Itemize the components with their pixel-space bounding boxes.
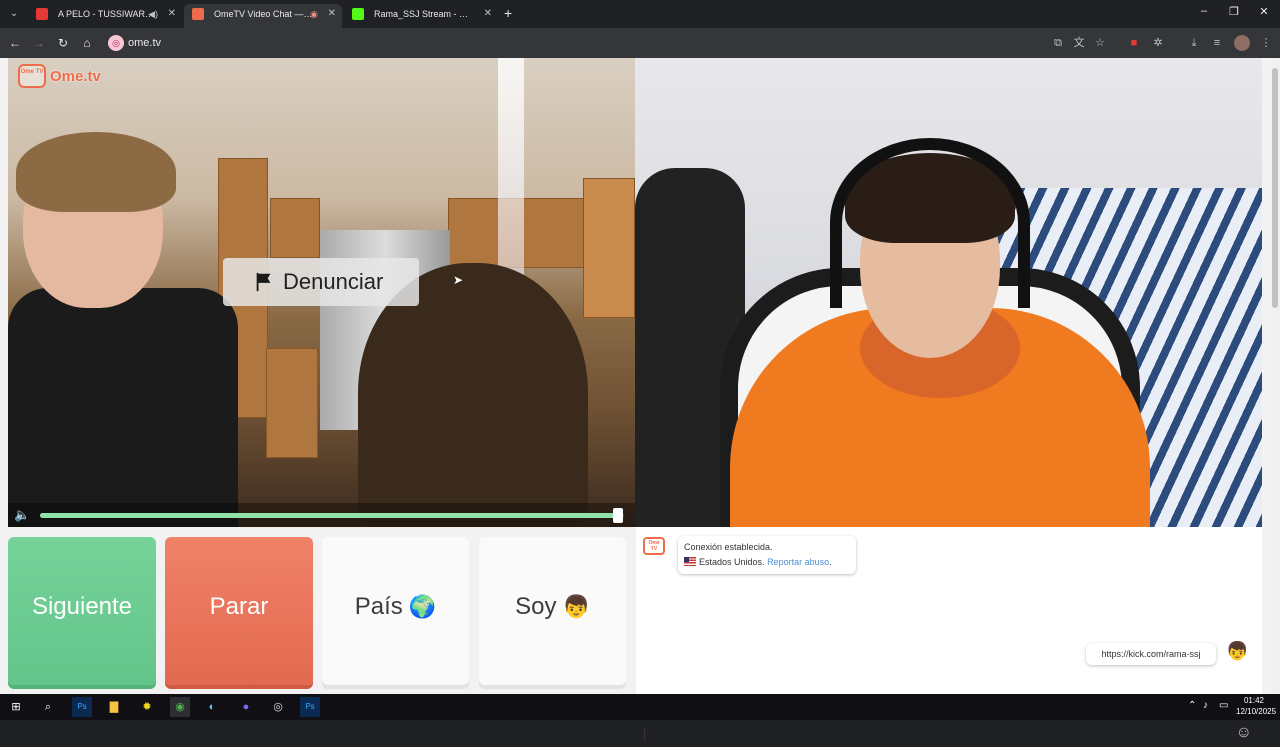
windows-start-icon[interactable]: ⊞ <box>6 697 26 717</box>
volume-fill <box>40 513 619 518</box>
bookmark-star-icon[interactable]: ☆ <box>1092 35 1108 51</box>
report-button-label: Denunciar <box>283 269 384 294</box>
page-scrollbar[interactable] <box>1270 58 1280 694</box>
message-text: https://kick.com/rama-ssj <box>1101 649 1201 659</box>
url-text: ome.tv <box>128 37 162 49</box>
recording-icon[interactable]: ◉ <box>310 4 318 24</box>
gender-button-label: Soy <box>515 593 557 620</box>
restore-icon[interactable]: ❐ <box>1224 5 1244 18</box>
audio-playing-icon[interactable]: ◀) <box>148 4 158 24</box>
extensions-icon[interactable]: ✲ <box>1150 35 1166 51</box>
next-button[interactable]: Siguiente <box>8 537 156 685</box>
self-person <box>730 138 1150 527</box>
stranger-person <box>8 132 238 527</box>
windows-taskbar: ⊞ ⌕ Ps ▇ ✹ ◉ ◐ ● ◎ Ps ⌃ ♪ ▭ 01:42 12/10/… <box>0 694 1280 720</box>
my-avatar-icon: 👦 <box>1226 641 1249 661</box>
globe-icon: 🌍 <box>408 594 437 619</box>
menu-kebab-icon[interactable]: ⋮ <box>1258 35 1274 51</box>
network-icon[interactable]: ▭ <box>1219 700 1228 711</box>
tab-strip: ⌄ A PELO - TUSSIWARRIORS ◀) ✕ OmeTV Vide… <box>0 0 1280 28</box>
text-caret <box>644 728 645 741</box>
logo-text: Ome.tv <box>50 68 101 85</box>
report-abuse-link[interactable]: Reportar abuso <box>767 557 829 567</box>
chrome-icon[interactable]: ◉ <box>170 697 190 717</box>
tab-label: A PELO - TUSSIWARRIORS <box>58 9 158 19</box>
volume-slider[interactable] <box>40 508 624 523</box>
forward-icon[interactable]: → <box>30 34 48 52</box>
cast-icon[interactable]: ⧉ <box>1050 35 1066 51</box>
tray-chevron-icon[interactable]: ⌃ <box>1188 700 1196 711</box>
country-button[interactable]: País 🌍 <box>322 537 469 685</box>
connection-status-text: Conexión establecida. <box>684 542 773 552</box>
volume-handle[interactable] <box>613 508 624 523</box>
tab-ometv[interactable]: OmeTV Video Chat — Ome ◉ ✕ <box>184 4 342 28</box>
close-tab-icon[interactable]: ✕ <box>484 4 492 24</box>
minimize-icon[interactable]: – <box>1194 5 1214 17</box>
new-tab-button[interactable]: + <box>504 5 512 21</box>
tab-a-pelo[interactable]: A PELO - TUSSIWARRIORS ◀) ✕ <box>28 4 182 28</box>
country-button-label: País <box>354 593 403 620</box>
partner-country: Estados Unidos. <box>699 557 765 567</box>
home-icon[interactable]: ⌂ <box>78 34 96 52</box>
tab-kick-stream[interactable]: Rama_SSJ Stream - Watch Live ✕ <box>344 4 498 28</box>
chat-panel: Ome TV Conexión establecida. Estados Uni… <box>636 527 1262 741</box>
browser-toolbar: ← → ↻ ⌂ ◎ ome.tv ⧉ 文 ☆ ■ ✲ ⤓ ≡ ⋮ <box>0 28 1280 58</box>
tab-label: Rama_SSJ Stream - Watch Live <box>374 9 474 19</box>
emoji-picker-icon[interactable]: ☺ <box>1236 724 1252 742</box>
steam-icon[interactable]: ◐ <box>202 697 222 717</box>
volume-tray-icon[interactable]: ♪ <box>1203 700 1208 711</box>
photoshop-icon[interactable]: Ps <box>72 697 92 717</box>
gender-button[interactable]: Soy 👦 <box>479 537 626 685</box>
obs-icon[interactable]: ◎ <box>268 697 288 717</box>
tab-label: OmeTV Video Chat — Ome <box>214 9 314 19</box>
tab-search-button[interactable]: ⌄ <box>6 6 22 22</box>
chat-input[interactable]: ☺ <box>638 719 1260 747</box>
ometv-chat-icon: Ome TV <box>643 537 665 555</box>
stop-button[interactable]: Parar <box>165 537 313 685</box>
discord-icon[interactable]: ● <box>236 697 256 717</box>
scrollbar-thumb[interactable] <box>1272 68 1278 308</box>
tv-logo-icon: Ome TV <box>18 64 46 88</box>
system-message: Conexión establecida. Estados Unidos. Re… <box>678 536 856 574</box>
kick-favicon-icon <box>352 8 364 20</box>
address-bar[interactable]: ◎ ome.tv <box>104 32 1114 54</box>
volume-bar: 🔈 <box>8 503 635 527</box>
profile-avatar[interactable] <box>1234 35 1250 51</box>
next-button-label: Siguiente <box>31 593 133 620</box>
us-flag-icon <box>684 557 696 566</box>
headset <box>830 138 1030 308</box>
report-button[interactable]: Denunciar <box>223 258 419 306</box>
close-tab-icon[interactable]: ✕ <box>168 4 176 24</box>
self-video <box>635 58 1262 527</box>
back-icon[interactable]: ← <box>6 34 24 52</box>
download-icon[interactable]: ⤓ <box>1186 35 1202 51</box>
reload-icon[interactable]: ↻ <box>54 34 72 52</box>
speaker-icon[interactable]: 🔈 <box>14 507 32 523</box>
flag-icon <box>256 272 271 292</box>
clock-date: 12/10/2025 <box>1236 707 1277 716</box>
taskbar-clock[interactable]: 01:42 12/10/2025 <box>1236 695 1277 717</box>
boy-icon: 👦 <box>562 594 590 619</box>
app-icon[interactable]: ✹ <box>137 697 157 717</box>
search-icon[interactable]: ⌕ <box>38 697 58 717</box>
ometv-favicon-icon <box>192 8 204 20</box>
photoshop-icon[interactable]: Ps <box>300 697 320 717</box>
stranger-video: Ome TV Ome.tv Denunciar ➤ <box>8 58 635 527</box>
site-info-icon[interactable]: ◎ <box>108 35 124 51</box>
stop-button-label: Parar <box>209 593 269 620</box>
ometv-page: Ome TV Ome.tv Denunciar ➤ 🔈 Siguiente Pa… <box>0 58 1270 741</box>
close-tab-icon[interactable]: ✕ <box>328 4 336 24</box>
close-window-icon[interactable]: ✕ <box>1254 5 1274 18</box>
my-chat-message: https://kick.com/rama-ssj <box>1086 643 1216 665</box>
adblock-extension-icon[interactable]: ■ <box>1126 35 1142 51</box>
youtube-icon <box>36 8 48 20</box>
mouse-cursor-icon: ➤ <box>453 273 464 287</box>
clock-time: 01:42 <box>1243 696 1265 705</box>
media-controls-icon[interactable]: ≡ <box>1209 35 1225 51</box>
translate-icon[interactable]: 文 <box>1071 35 1087 51</box>
file-explorer-icon[interactable]: ▇ <box>104 697 124 717</box>
